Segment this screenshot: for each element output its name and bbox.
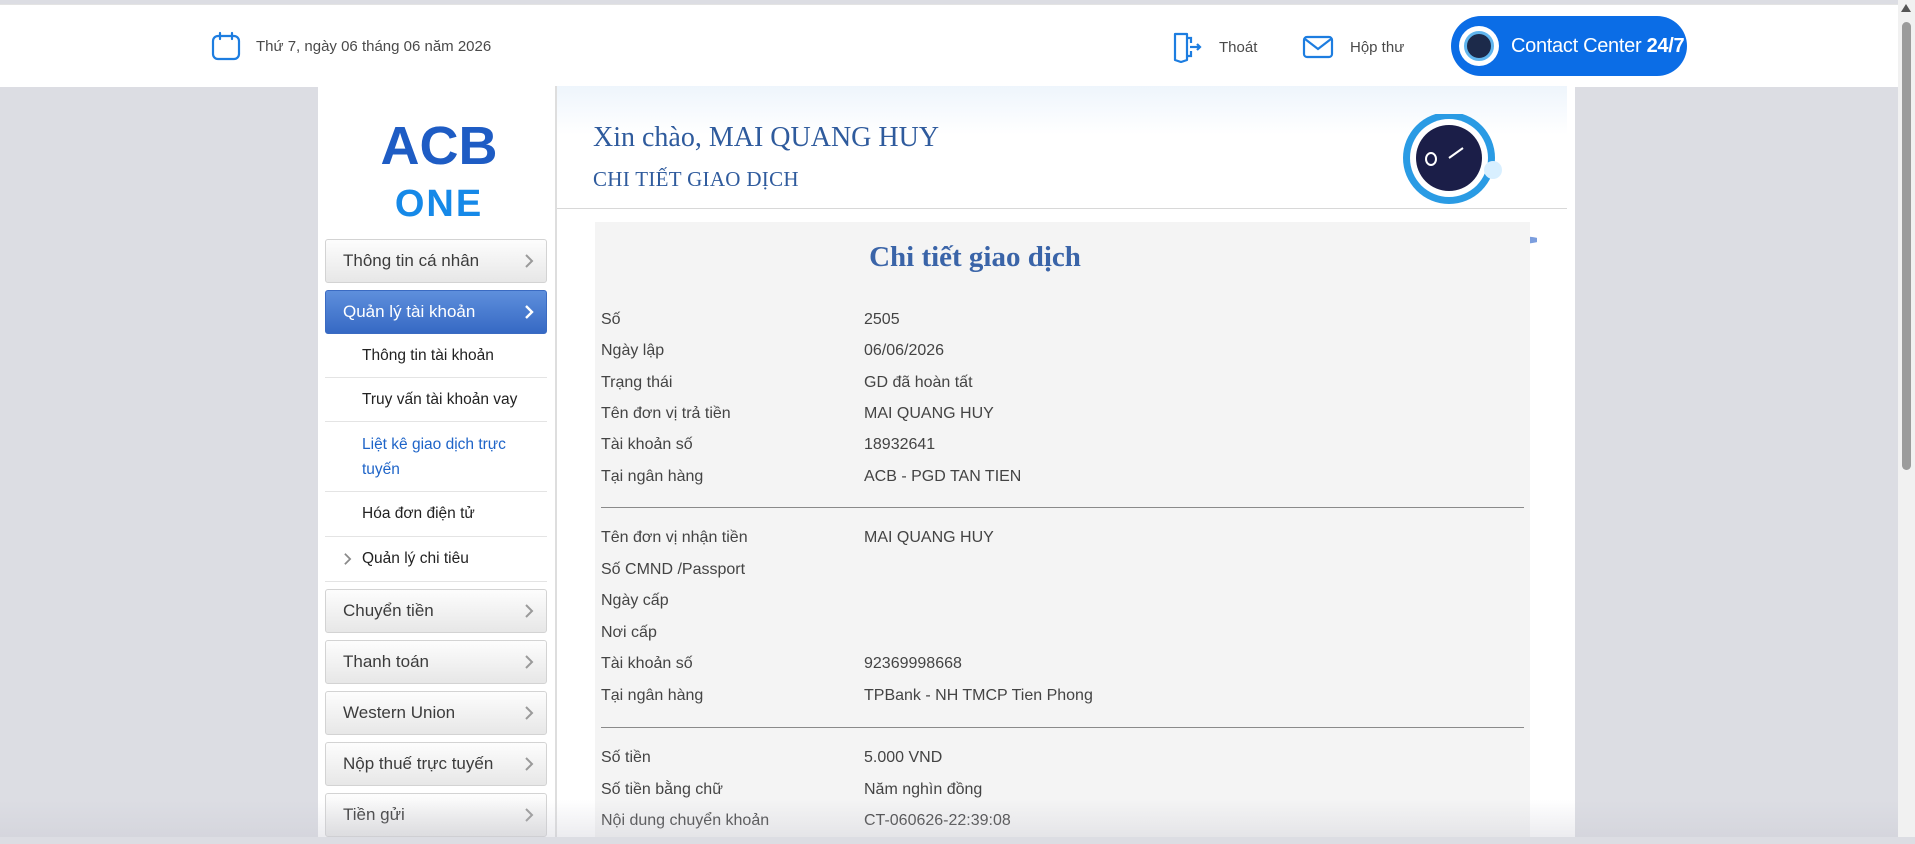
detail-row-number: Số 2505 <box>601 311 900 328</box>
content-header: Xin chào, MAI QUANG HUY CHI TIẾT GIAO DỊ… <box>557 86 1567 244</box>
logout-label: Thoát <box>1219 38 1258 56</box>
scrollbar-thumb[interactable] <box>1902 22 1911 470</box>
submenu-account-info[interactable]: Thông tin tài khoản <box>325 334 547 378</box>
transaction-detail-panel: Chi tiết giao dịch Số 2505 Ngày lập 06/06/… <box>595 222 1530 837</box>
inbox-link[interactable]: Hộp thư <box>1302 31 1404 63</box>
mail-icon <box>1302 35 1334 59</box>
detail-row-payee-account: Tài khoản số 92369998668 <box>601 655 962 672</box>
submenu-loan-inquiry[interactable]: Truy vấn tài khoản vay <box>325 378 547 422</box>
sidebar-item-deposit[interactable]: Tiền gửi <box>325 793 547 837</box>
section-title: CHI TIẾT GIAO DỊCH <box>593 167 799 191</box>
calendar-icon <box>211 31 241 61</box>
chevron-right-icon <box>344 553 352 565</box>
inbox-label: Hộp thư <box>1350 38 1405 56</box>
greeting-title: Xin chào, MAI QUANG HUY <box>593 122 940 153</box>
detail-row-transfer-note: Nội dung chuyển khoản CT-060626-22:39:08 <box>601 812 1011 829</box>
main-content: Xin chào, MAI QUANG HUY CHI TIẾT GIAO DỊ… <box>557 86 1575 837</box>
detail-title: Chi tiết giao dịch <box>869 241 1081 273</box>
contact-suffix: 24/7 <box>1646 34 1685 57</box>
detail-row-issue-place: Nơi cấp <box>601 624 657 641</box>
sidebar-item-account-management[interactable]: Quản lý tài khoản <box>325 290 547 334</box>
submenu-e-invoice[interactable]: Hóa đơn điện tử <box>325 492 547 537</box>
detail-row-id-number: Số CMND /Passport <box>601 561 746 578</box>
date-display: Thứ 7, ngày 06 tháng 06 năm 2026 <box>210 30 491 62</box>
logout-icon <box>1173 32 1202 63</box>
detail-row-payer-bank: Tại ngân hàng ACB - PGD TAN TIEN <box>601 468 1022 485</box>
detail-row-payer-account: Tài khoản số 18932641 <box>601 436 936 453</box>
logo-line2: ONE <box>395 183 483 224</box>
detail-row-payee-bank: Tại ngân hàng TPBank - NH TMCP Tien Phong <box>601 687 1093 704</box>
detail-row-payee: Tên đơn vị nhận tiền MAI QUANG HUY <box>601 529 994 546</box>
contact-center-button[interactable]: Contact Center 24/7 <box>1451 16 1687 76</box>
page-scrollbar[interactable] <box>1898 0 1915 837</box>
sidebar-item-online-tax[interactable]: Nộp thuế trực tuyến <box>325 742 547 786</box>
chevron-right-icon <box>525 655 534 669</box>
divider <box>601 727 1524 728</box>
sidebar-menu: Thông tin cá nhân Quản lý tài khoản Thôn… <box>325 239 547 844</box>
chevron-right-icon <box>525 305 534 319</box>
chevron-right-icon <box>525 706 534 720</box>
detail-row-amount-words: Số tiền bằng chữ Năm nghìn đồng <box>601 781 983 798</box>
chevron-right-icon <box>525 604 534 618</box>
detail-row-payer: Tên đơn vị trả tiền MAI QUANG HUY <box>601 405 994 422</box>
acb-one-logo[interactable]: ACB ONE <box>374 114 504 225</box>
chevron-right-icon <box>525 808 534 822</box>
chevron-right-icon <box>525 757 534 771</box>
detail-row-amount: Số tiền 5.000 VND <box>601 749 943 766</box>
sidebar-item-transfer[interactable]: Chuyển tiền <box>325 589 547 633</box>
contact-label: Contact Center <box>1511 34 1642 57</box>
detail-row-date: Ngày lập 06/06/2026 <box>601 342 945 359</box>
sidebar-item-western-union[interactable]: Western Union <box>325 691 547 735</box>
submenu-spending-management[interactable]: Quản lý chi tiêu <box>325 537 547 582</box>
sidebar-item-payment[interactable]: Thanh toán <box>325 640 547 684</box>
detail-row-status: Trạng thái GD đã hoàn tất <box>601 374 973 391</box>
chevron-right-icon <box>525 254 534 268</box>
divider <box>601 507 1524 508</box>
logo-line1: ACB <box>381 116 498 176</box>
submenu-online-transactions[interactable]: Liệt kê giao dịch trực tuyến <box>325 422 547 492</box>
logout-link[interactable]: Thoát <box>1171 31 1257 63</box>
sidebar: ACB ONE Thông tin cá nhân Quản lý tài kh… <box>318 86 557 837</box>
detail-row-issue-date: Ngày cấp <box>601 592 669 609</box>
headset-icon <box>1459 26 1499 66</box>
sidebar-item-personal-info[interactable]: Thông tin cá nhân <box>325 239 547 283</box>
top-bar: Thứ 7, ngày 06 tháng 06 năm 2026 Thoát H… <box>0 4 1898 87</box>
scroll-up-arrow-icon[interactable] <box>1901 4 1911 12</box>
page-container: ACB ONE Thông tin cá nhân Quản lý tài kh… <box>318 86 1575 837</box>
date-text: Thứ 7, ngày 06 tháng 06 năm 2026 <box>256 37 492 55</box>
account-submenu: Thông tin tài khoản Truy vấn tài khoản v… <box>325 334 547 582</box>
